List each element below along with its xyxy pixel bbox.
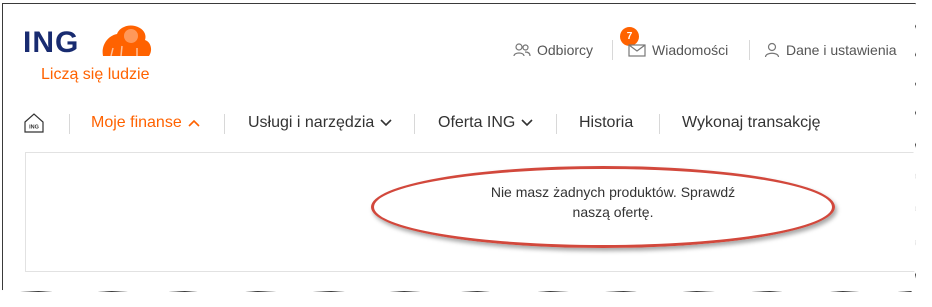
recipients-link[interactable]: Odbiorcy <box>513 40 593 60</box>
divider <box>612 40 613 60</box>
tab-uslugi-i-narzedzia[interactable]: Usługi i narzędzia <box>248 114 392 132</box>
chevron-up-icon <box>188 119 200 127</box>
tab-label: Oferta ING <box>438 114 516 131</box>
logo-text: ING <box>23 26 80 59</box>
divider <box>414 114 415 134</box>
tab-oferta-ing[interactable]: Oferta ING <box>438 114 533 132</box>
divider <box>659 114 660 134</box>
recipients-label: Odbiorcy <box>537 42 594 58</box>
tab-label: Historia <box>579 114 634 131</box>
users-icon <box>513 43 531 57</box>
highlight-ellipse <box>371 166 835 248</box>
tagline: Liczą się ludzie <box>41 66 150 83</box>
settings-link[interactable]: Dane i ustawienia <box>764 40 897 60</box>
tab-historia[interactable]: Historia <box>579 114 633 132</box>
messages-label: Wiadomości <box>652 42 729 58</box>
tab-moje-finanse[interactable]: Moje finanse <box>91 114 200 132</box>
settings-label: Dane i ustawienia <box>786 42 897 58</box>
divider <box>556 114 557 134</box>
tab-label: Wykonaj transakcję <box>682 114 821 131</box>
chevron-down-icon <box>521 119 533 127</box>
user-icon <box>764 42 780 58</box>
messages-link[interactable]: Wiadomości <box>628 40 728 60</box>
tab-label: Moje finanse <box>91 114 182 131</box>
envelope-icon <box>628 43 646 57</box>
divider <box>749 40 750 60</box>
tab-wykonaj-transakcje[interactable]: Wykonaj transakcję <box>682 114 821 132</box>
tab-label: Usługi i narzędzia <box>248 114 375 131</box>
screenshot-frame: ING Liczą się ludzie Odbiorcy 7 Wiadomoś… <box>2 3 916 292</box>
lion-icon <box>102 25 152 57</box>
divider <box>224 114 225 134</box>
chevron-down-icon <box>380 119 392 127</box>
